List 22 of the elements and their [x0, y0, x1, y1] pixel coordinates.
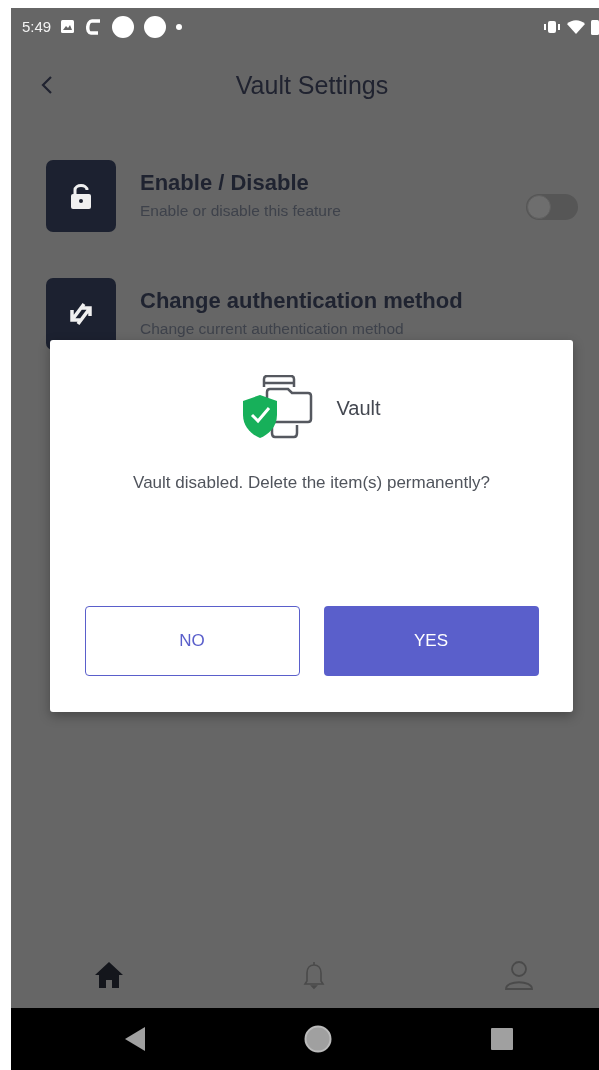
back-icon[interactable] [125, 1027, 145, 1051]
setting-title[interactable]: Change authentication method [140, 288, 578, 314]
wifi-icon [567, 19, 585, 34]
vibrate-icon [543, 19, 561, 34]
vault-logo-icon [242, 375, 315, 441]
cancel-button[interactable]: NO [84, 606, 300, 676]
toggle-switch[interactable] [526, 194, 578, 220]
lock-icon [70, 182, 92, 210]
home-icon[interactable] [304, 1025, 332, 1053]
status-time: 5:49 [22, 18, 52, 35]
page-title: Vault Settings [234, 70, 389, 100]
c-icon [84, 17, 103, 36]
battery-icon [591, 18, 599, 35]
circle-icon [112, 15, 135, 38]
dialog-message: Vault disabled. Delete the item(s) permanently? [133, 473, 490, 493]
circle-icon [144, 15, 167, 38]
person-icon[interactable] [503, 959, 535, 991]
dot-icon [176, 23, 183, 30]
confirm-button[interactable]: YES [323, 606, 539, 676]
setting-title[interactable]: Enable / Disable [140, 170, 502, 196]
dialog-title: Vault [336, 396, 381, 420]
image-icon [61, 20, 75, 33]
